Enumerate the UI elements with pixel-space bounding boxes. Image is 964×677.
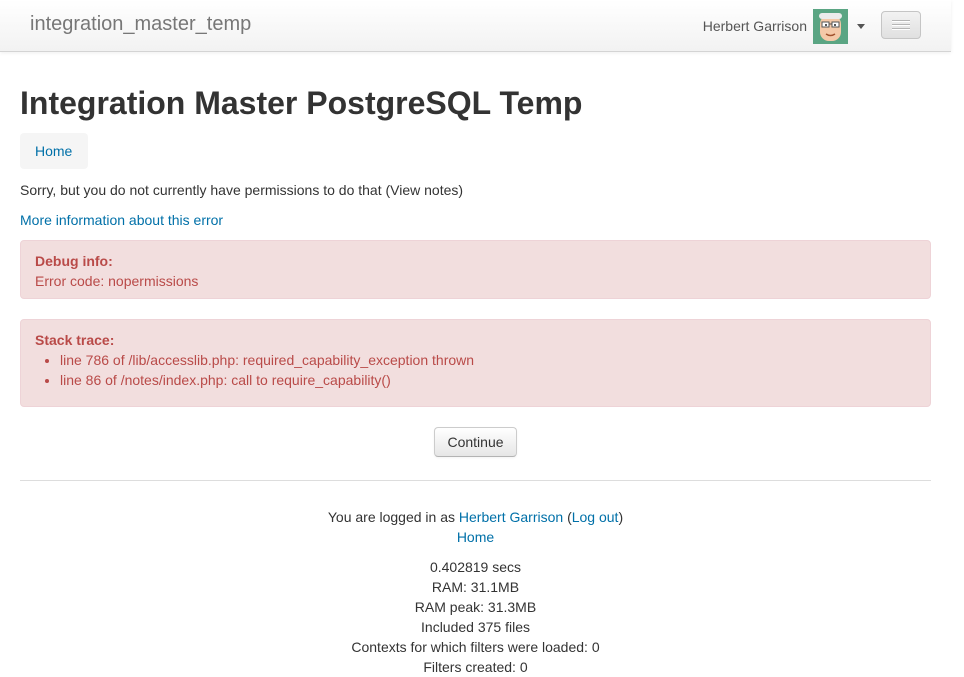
error-message: Sorry, but you do not currently have per…: [20, 182, 464, 198]
perf-line: Included 375 files: [421, 619, 530, 635]
stack-trace-line: line 786 of /lib/accesslib.php: required…: [60, 350, 916, 370]
perf-line: 0.402819 secs: [429, 559, 522, 575]
avatar-face-icon: [813, 8, 848, 44]
continue-container: Continue: [20, 427, 931, 457]
chevron-down-icon[interactable]: [857, 23, 865, 29]
page-title: Integration Master PostgreSQL Temp: [20, 85, 583, 121]
perf-line: Filters created: 0: [423, 659, 528, 675]
top-navbar: integration_master_temp Herbert Garrison: [0, 0, 951, 52]
breadcrumb-home-link[interactable]: Home: [35, 143, 72, 159]
more-info-link[interactable]: More information about this error: [20, 212, 223, 228]
stack-trace-title: Stack trace:: [35, 332, 115, 348]
perf-line: Contexts for which filters were loaded: …: [351, 639, 600, 655]
nav-toggle-button[interactable]: [881, 11, 921, 39]
footer-home-link[interactable]: Home: [20, 527, 931, 547]
perf-line: RAM peak: 31.3MB: [414, 599, 537, 615]
debug-info-alert: Debug info: Error code: nopermissions: [20, 240, 931, 299]
perf-line: RAM: 31.1MB: [431, 579, 520, 595]
user-name[interactable]: Herbert Garrison: [703, 18, 807, 34]
paren-close: ): [618, 509, 624, 525]
site-brand-link[interactable]: integration_master_temp: [30, 13, 251, 36]
continue-button[interactable]: Continue: [434, 427, 517, 457]
login-info: You are logged in as Herbert Garrison (L…: [20, 507, 931, 527]
stack-trace-list: line 786 of /lib/accesslib.php: required…: [35, 350, 916, 390]
stack-trace-line: line 86 of /notes/index.php: call to req…: [60, 370, 916, 390]
menu-bar-icon: [892, 28, 910, 29]
footer-divider: [20, 480, 931, 482]
user-menu[interactable]: Herbert Garrison: [703, 8, 865, 44]
user-avatar[interactable]: [813, 8, 848, 44]
error-code: Error code: nopermissions: [35, 273, 199, 289]
footer-user-link[interactable]: Herbert Garrison: [459, 509, 563, 525]
performance-info: 0.402819 secs RAM: 31.1MB RAM peak: 31.3…: [20, 557, 931, 677]
logout-link[interactable]: Log out: [572, 509, 619, 525]
logged-in-prefix: You are logged in as: [327, 509, 456, 525]
debug-info-title: Debug info:: [35, 253, 113, 269]
page-footer: You are logged in as Herbert Garrison (L…: [20, 507, 931, 677]
menu-bar-icon: [892, 20, 910, 21]
breadcrumb: Home: [20, 133, 88, 169]
stack-trace-alert: Stack trace: line 786 of /lib/accesslib.…: [20, 319, 931, 407]
menu-bar-icon: [892, 24, 910, 25]
